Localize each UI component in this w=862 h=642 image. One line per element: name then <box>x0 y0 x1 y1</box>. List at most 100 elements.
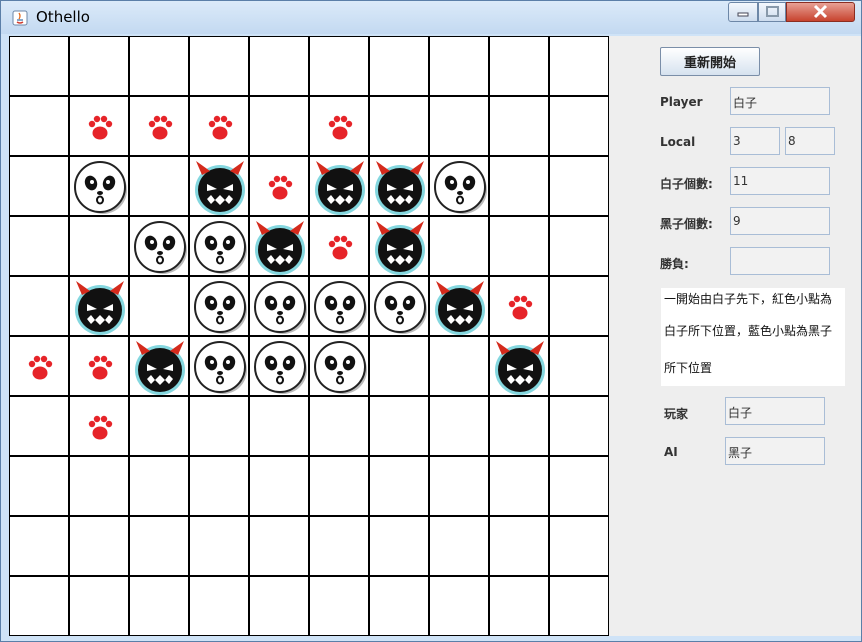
board-cell-empty[interactable] <box>549 276 609 336</box>
ai-side-field[interactable]: 黑子 <box>725 437 825 465</box>
board-cell-black[interactable] <box>369 156 429 216</box>
board-cell-white[interactable] <box>309 276 369 336</box>
board-cell-empty[interactable] <box>369 516 429 576</box>
board-cell-white[interactable] <box>429 156 489 216</box>
board-cell-black[interactable] <box>369 216 429 276</box>
board-cell-empty[interactable] <box>249 516 309 576</box>
board-cell-white[interactable] <box>189 336 249 396</box>
board-cell-empty[interactable] <box>429 216 489 276</box>
board-cell-empty[interactable] <box>489 156 549 216</box>
board-cell-hint[interactable] <box>489 276 549 336</box>
board-cell-black[interactable] <box>489 336 549 396</box>
board-cell-empty[interactable] <box>309 456 369 516</box>
board-cell-hint[interactable] <box>309 216 369 276</box>
board-cell-hint[interactable] <box>69 96 129 156</box>
board-cell-hint[interactable] <box>129 96 189 156</box>
board-cell-hint[interactable] <box>69 396 129 456</box>
board-cell-empty[interactable] <box>129 396 189 456</box>
board-cell-empty[interactable] <box>69 516 129 576</box>
board-cell-empty[interactable] <box>69 216 129 276</box>
board-cell-black[interactable] <box>309 156 369 216</box>
board-cell-empty[interactable] <box>249 96 309 156</box>
board-cell-empty[interactable] <box>489 96 549 156</box>
board-cell-white[interactable] <box>249 336 309 396</box>
board-cell-black[interactable] <box>429 276 489 336</box>
board-cell-empty[interactable] <box>549 396 609 456</box>
white-count-field[interactable]: 11 <box>730 167 830 195</box>
board-cell-empty[interactable] <box>429 396 489 456</box>
board-cell-empty[interactable] <box>309 396 369 456</box>
board-cell-empty[interactable] <box>489 396 549 456</box>
board-cell-empty[interactable] <box>549 456 609 516</box>
board-cell-hint[interactable] <box>309 96 369 156</box>
board-cell-empty[interactable] <box>309 516 369 576</box>
board-cell-empty[interactable] <box>129 456 189 516</box>
board-cell-empty[interactable] <box>249 36 309 96</box>
board-cell-empty[interactable] <box>9 156 69 216</box>
board-cell-hint[interactable] <box>9 336 69 396</box>
human-side-field[interactable]: 白子 <box>725 397 825 425</box>
player-field[interactable]: 白子 <box>730 87 830 115</box>
board-cell-empty[interactable] <box>9 576 69 636</box>
board-cell-empty[interactable] <box>549 216 609 276</box>
board-cell-black[interactable] <box>189 156 249 216</box>
board-cell-white[interactable] <box>69 156 129 216</box>
board-cell-empty[interactable] <box>369 456 429 516</box>
board-cell-empty[interactable] <box>309 576 369 636</box>
board-cell-hint[interactable] <box>249 156 309 216</box>
board-cell-empty[interactable] <box>129 36 189 96</box>
board-cell-empty[interactable] <box>9 516 69 576</box>
board-cell-empty[interactable] <box>189 516 249 576</box>
board-cell-empty[interactable] <box>9 276 69 336</box>
board-cell-empty[interactable] <box>369 336 429 396</box>
board-cell-empty[interactable] <box>549 516 609 576</box>
board-cell-empty[interactable] <box>549 36 609 96</box>
board-cell-empty[interactable] <box>489 516 549 576</box>
board-cell-white[interactable] <box>189 216 249 276</box>
board-cell-empty[interactable] <box>489 36 549 96</box>
board-cell-empty[interactable] <box>369 396 429 456</box>
board-cell-empty[interactable] <box>429 576 489 636</box>
board-cell-empty[interactable] <box>69 576 129 636</box>
board-cell-empty[interactable] <box>129 576 189 636</box>
board-cell-empty[interactable] <box>549 156 609 216</box>
board-cell-empty[interactable] <box>9 96 69 156</box>
board-cell-white[interactable] <box>369 276 429 336</box>
minimize-button[interactable] <box>728 2 758 22</box>
board-cell-empty[interactable] <box>429 456 489 516</box>
title-bar[interactable]: Othello <box>1 1 861 34</box>
board-cell-empty[interactable] <box>429 516 489 576</box>
board-cell-empty[interactable] <box>9 396 69 456</box>
board-cell-empty[interactable] <box>549 96 609 156</box>
board-cell-empty[interactable] <box>549 336 609 396</box>
board-cell-empty[interactable] <box>129 156 189 216</box>
board-cell-empty[interactable] <box>249 396 309 456</box>
board-cell-empty[interactable] <box>549 576 609 636</box>
board-cell-white[interactable] <box>309 336 369 396</box>
board-cell-empty[interactable] <box>489 456 549 516</box>
board-cell-empty[interactable] <box>429 36 489 96</box>
board-cell-black[interactable] <box>69 276 129 336</box>
board-cell-empty[interactable] <box>309 36 369 96</box>
board-cell-empty[interactable] <box>69 36 129 96</box>
board-cell-hint[interactable] <box>69 336 129 396</box>
board-cell-empty[interactable] <box>249 456 309 516</box>
local-y-field[interactable]: 8 <box>785 127 835 155</box>
board-cell-empty[interactable] <box>9 216 69 276</box>
maximize-button[interactable] <box>758 2 786 22</box>
board-cell-empty[interactable] <box>429 336 489 396</box>
close-button[interactable] <box>786 2 855 22</box>
board-cell-empty[interactable] <box>69 456 129 516</box>
board-cell-empty[interactable] <box>489 216 549 276</box>
board-cell-white[interactable] <box>129 216 189 276</box>
board-cell-empty[interactable] <box>189 396 249 456</box>
board-cell-hint[interactable] <box>189 96 249 156</box>
othello-board[interactable] <box>9 36 609 636</box>
board-cell-white[interactable] <box>249 276 309 336</box>
board-cell-empty[interactable] <box>189 456 249 516</box>
local-x-field[interactable]: 3 <box>730 127 780 155</box>
board-cell-empty[interactable] <box>249 576 309 636</box>
restart-button[interactable]: 重新開始 <box>660 47 760 76</box>
board-cell-white[interactable] <box>189 276 249 336</box>
board-cell-empty[interactable] <box>189 36 249 96</box>
